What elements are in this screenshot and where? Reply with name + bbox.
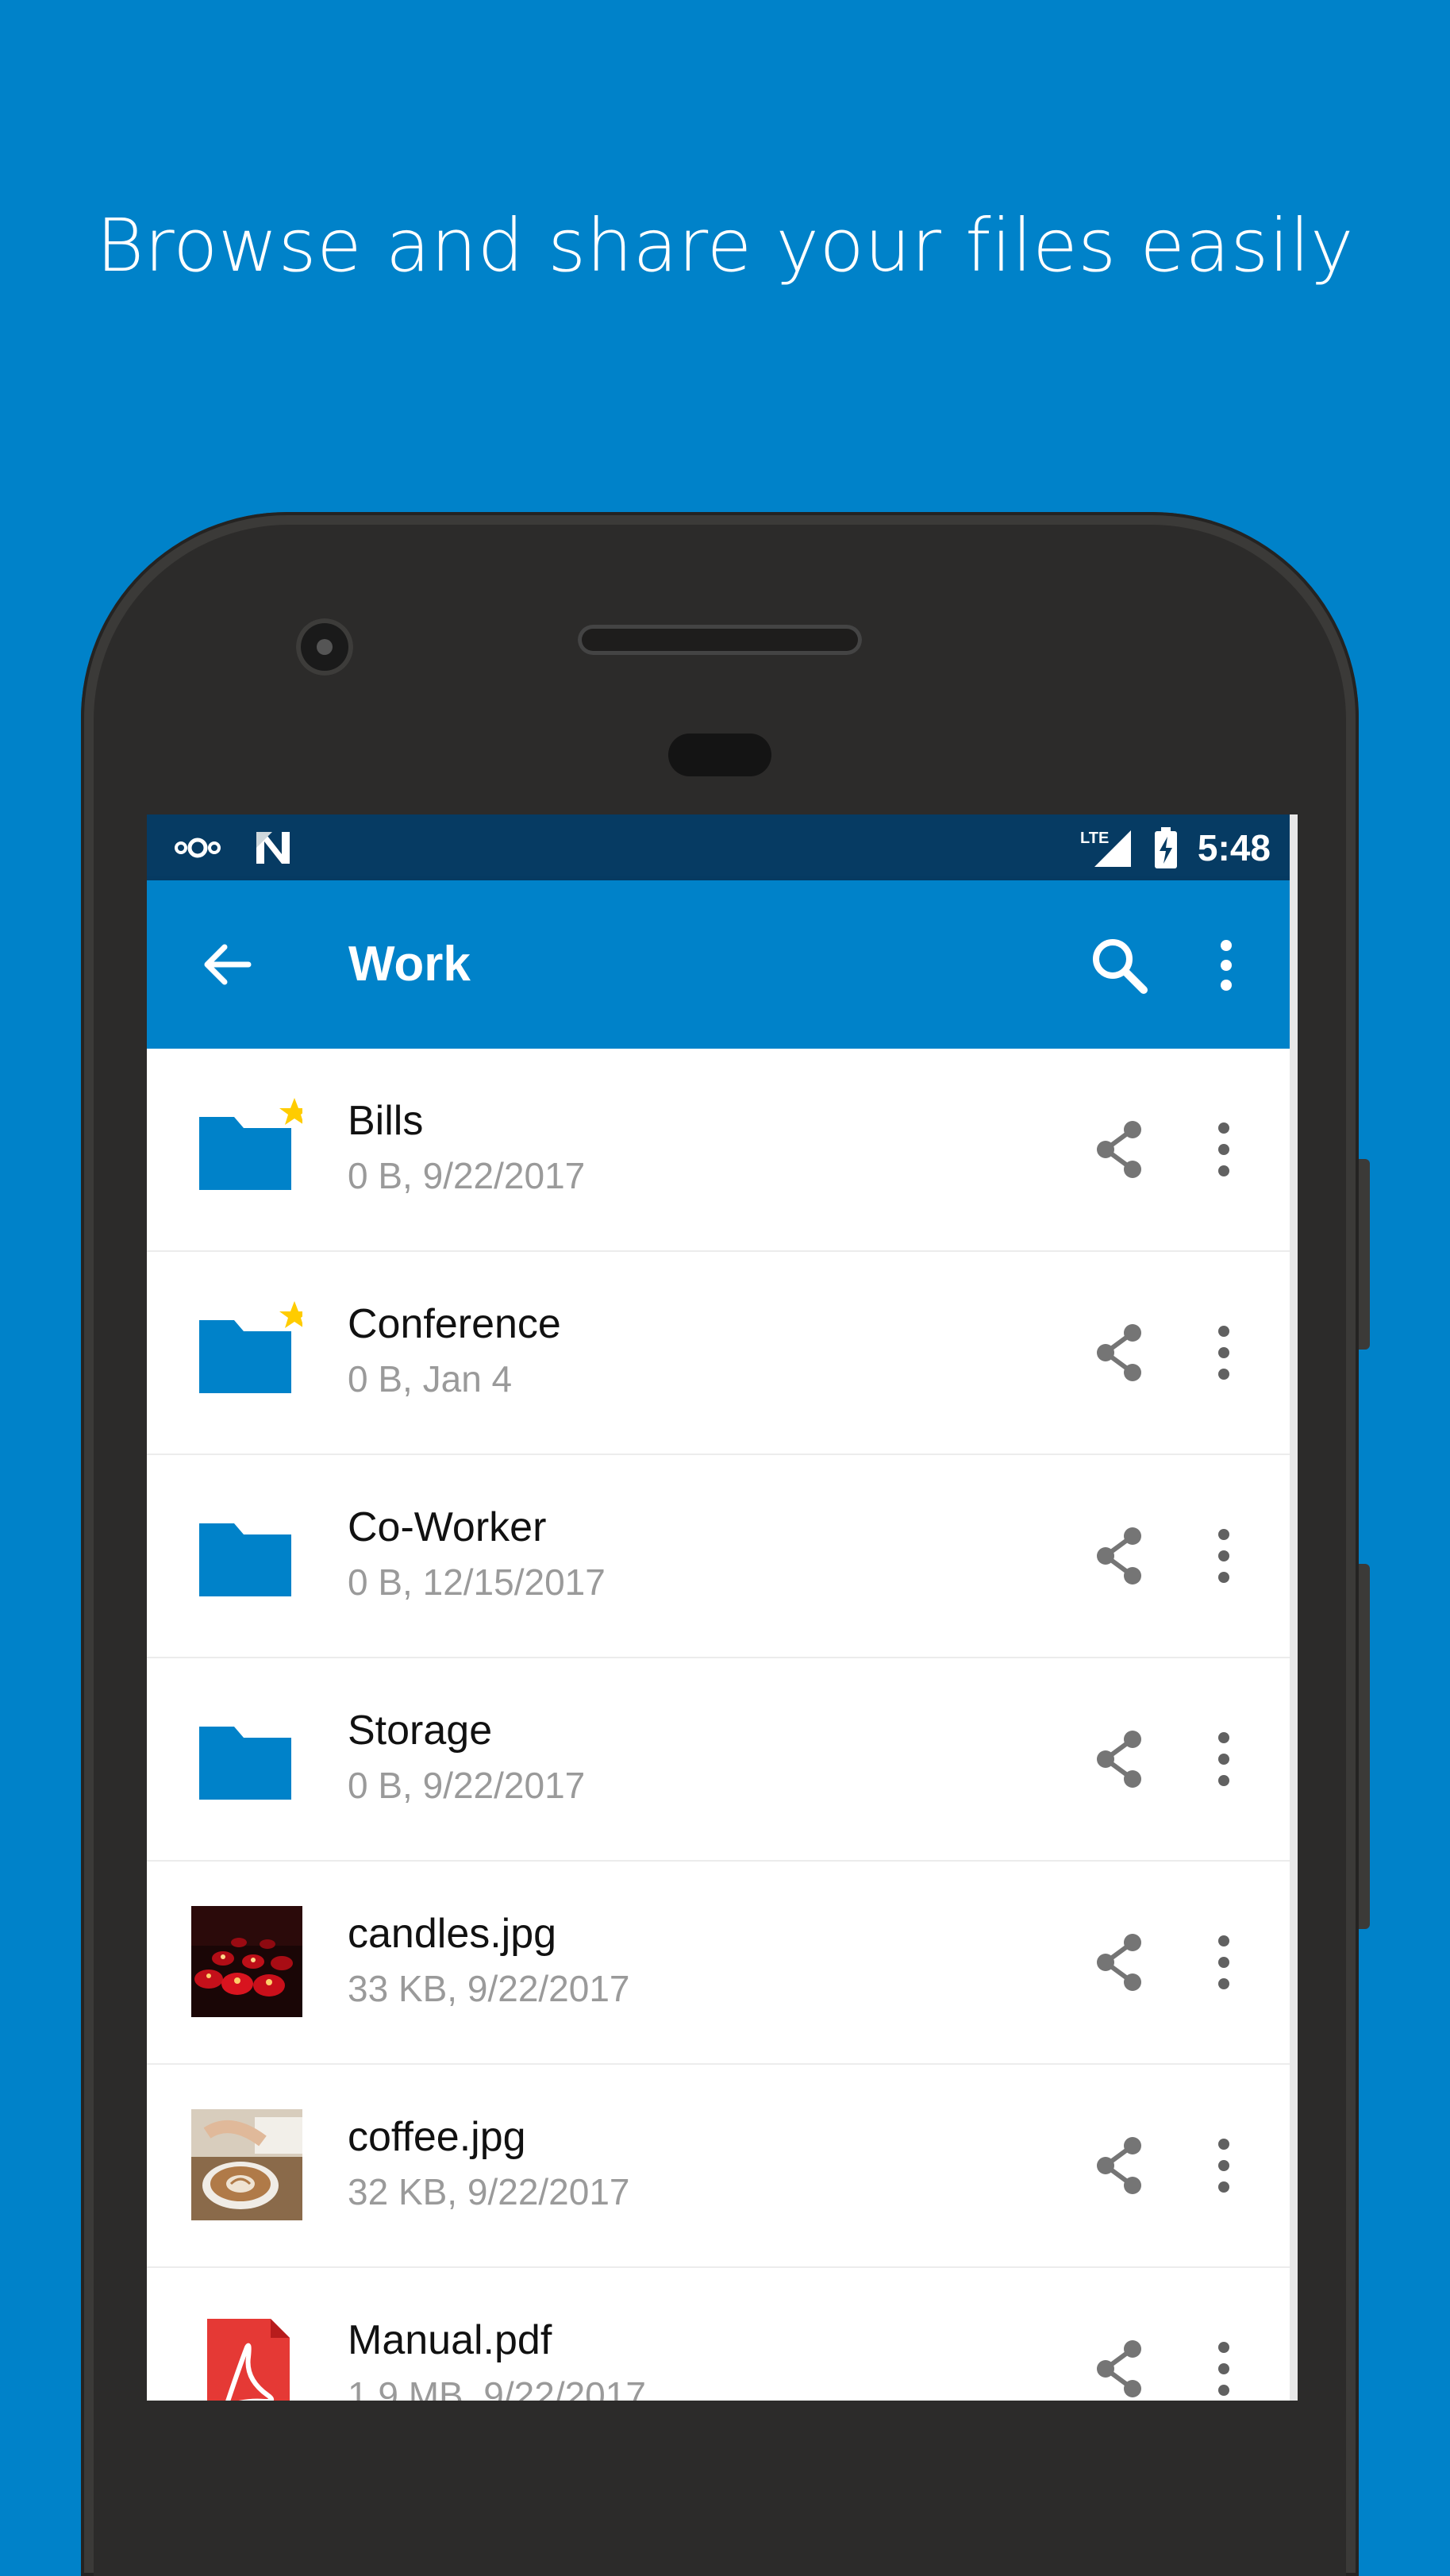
more-vert-icon[interactable]	[1210, 1120, 1237, 1179]
power-button	[1359, 1159, 1370, 1350]
share-icon[interactable]	[1091, 2136, 1147, 2195]
share-icon[interactable]	[1091, 1730, 1147, 1789]
pdf-file-icon	[207, 2319, 290, 2401]
file-meta: 0 B, 12/15/2017	[348, 1561, 606, 1603]
folder-icon	[199, 1523, 291, 1596]
image-thumbnail	[191, 1906, 302, 2017]
image-thumbnail	[191, 2109, 302, 2220]
file-name: Conference	[348, 1301, 561, 1347]
more-vert-icon[interactable]	[1210, 1933, 1237, 1992]
volume-button	[1359, 1564, 1370, 1929]
list-item[interactable]: Conference 0 B, Jan 4	[147, 1252, 1290, 1455]
file-list: Bills 0 B, 9/22/2017 Conference 0 B, Jan…	[147, 1049, 1290, 2401]
list-item[interactable]: Manual.pdf 1.9 MB, 9/22/2017	[147, 2268, 1290, 2401]
favorite-star-icon	[279, 1098, 302, 1125]
back-arrow-icon[interactable]	[196, 933, 260, 996]
front-camera	[296, 618, 353, 676]
folder-icon	[199, 1301, 302, 1393]
folder-icon	[199, 1098, 302, 1190]
headline: Browse and share your files easily	[96, 203, 1354, 288]
phone-screen: LTE 5:48 Work Bills 0 B, 9/22/2017 Confe…	[147, 814, 1290, 2401]
proximity-sensor	[668, 734, 771, 776]
file-meta: 1.9 MB, 9/22/2017	[348, 2374, 646, 2401]
screen-edge	[1290, 814, 1298, 2401]
file-name: Manual.pdf	[348, 2317, 552, 2363]
file-meta: 33 KB, 9/22/2017	[348, 1968, 630, 2009]
list-item[interactable]: Co-Worker 0 B, 12/15/2017	[147, 1455, 1290, 1658]
list-item[interactable]: coffee.jpg 32 KB, 9/22/2017	[147, 2065, 1290, 2268]
list-item[interactable]: Bills 0 B, 9/22/2017	[147, 1049, 1290, 1252]
file-name: Storage	[348, 1708, 493, 1754]
status-clock: 5:48	[1197, 827, 1271, 868]
list-item[interactable]: Storage 0 B, 9/22/2017	[147, 1658, 1290, 1862]
file-name: Bills	[348, 1098, 424, 1144]
search-icon[interactable]	[1083, 930, 1155, 1001]
n-notification-icon	[256, 832, 290, 864]
file-name: candles.jpg	[348, 1911, 557, 1957]
more-vert-icon[interactable]	[1210, 1730, 1237, 1789]
list-item[interactable]: candles.jpg 33 KB, 9/22/2017	[147, 1862, 1290, 2065]
battery-charging-icon	[1154, 827, 1177, 868]
file-meta: 0 B, Jan 4	[348, 1358, 513, 1400]
more-vert-icon[interactable]	[1210, 2339, 1237, 2398]
nextcloud-icon	[175, 837, 221, 858]
page-title: Work	[348, 937, 471, 992]
folder-icon	[199, 1727, 291, 1800]
favorite-star-icon	[279, 1301, 302, 1328]
status-bar: LTE 5:48	[147, 814, 1290, 880]
more-vert-icon[interactable]	[1210, 1527, 1237, 1585]
earpiece-speaker	[578, 625, 862, 655]
file-name: coffee.jpg	[348, 2114, 526, 2160]
share-icon[interactable]	[1091, 1933, 1147, 1992]
file-meta: 0 B, 9/22/2017	[348, 1155, 586, 1196]
app-bar: Work	[147, 880, 1290, 1049]
share-icon[interactable]	[1091, 1323, 1147, 1382]
lte-signal-icon: LTE	[1080, 830, 1131, 867]
more-vert-icon[interactable]	[1210, 1323, 1237, 1382]
file-meta: 32 KB, 9/22/2017	[348, 2171, 630, 2212]
share-icon[interactable]	[1091, 2339, 1147, 2398]
network-type-label: LTE	[1080, 830, 1109, 847]
more-vert-icon[interactable]	[1210, 2136, 1237, 2195]
more-vert-icon[interactable]	[1202, 930, 1250, 1001]
share-icon[interactable]	[1091, 1120, 1147, 1179]
file-meta: 0 B, 9/22/2017	[348, 1765, 586, 1806]
file-name: Co-Worker	[348, 1504, 547, 1550]
share-icon[interactable]	[1091, 1527, 1147, 1585]
